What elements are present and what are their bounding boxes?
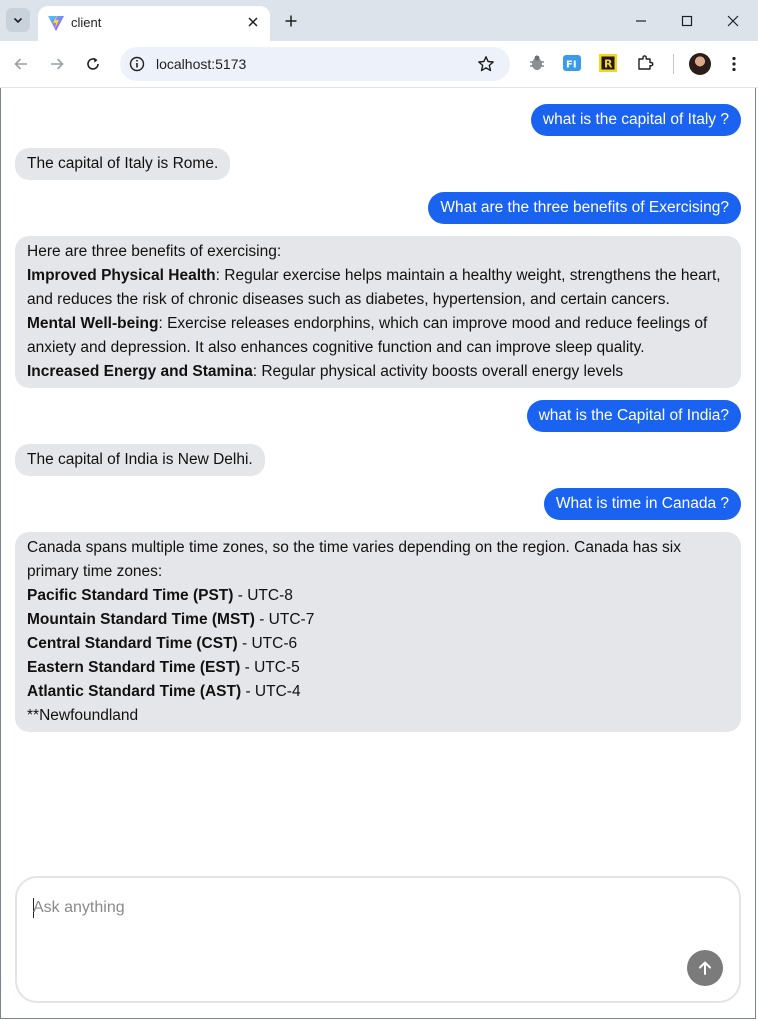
list-item-text: - UTC-5 — [240, 659, 300, 676]
more-vertical-icon[interactable] — [724, 53, 744, 75]
browser-tab[interactable]: client — [38, 6, 270, 41]
list-item-title: Increased Energy and Stamina — [27, 363, 253, 380]
minimize-icon[interactable] — [628, 8, 654, 34]
user-message: what is the Capital of India? — [526, 400, 741, 432]
list-item-title: Eastern Standard Time (EST) — [27, 659, 241, 676]
list-item: Pacific Standard Time (PST) - UTC-8 — [27, 584, 729, 608]
list-item-title: Mountain Standard Time (MST) — [27, 611, 255, 628]
assistant-message: Here are three benefits of exercising: I… — [15, 236, 741, 388]
list-item-text: - UTC-4 — [241, 683, 301, 700]
list-item-text: - UTC-7 — [254, 611, 315, 628]
forward-arrow-icon[interactable] — [45, 52, 69, 76]
assistant-message: The capital of Italy is Rome. — [15, 148, 231, 180]
list-item-title: Improved Physical Health — [27, 267, 216, 284]
message-intro: Here are three benefits of exercising: — [27, 243, 282, 260]
assistant-message: The capital of India is New Delhi. — [15, 444, 265, 476]
arrow-up-icon — [699, 961, 711, 975]
list-item: Mountain Standard Time (MST) - UTC-7 — [27, 608, 729, 632]
svg-text:FI: FI — [566, 60, 577, 71]
list-item: Atlantic Standard Time (AST) - UTC-4 — [27, 680, 729, 704]
browser-toolbar: localhost:5173 FI R — [0, 41, 758, 88]
chevron-down-icon — [13, 17, 23, 24]
assistant-message: Canada spans multiple time zones, so the… — [15, 532, 741, 732]
window-close-icon[interactable] — [720, 8, 746, 34]
close-icon[interactable] — [244, 13, 262, 31]
browser-tabstrip: client — [0, 0, 758, 41]
message-outro: **Newfoundland — [27, 707, 139, 724]
list-item: Central Standard Time (CST) - UTC-6 — [27, 632, 729, 656]
address-bar[interactable]: localhost:5173 — [120, 47, 510, 81]
user-message: what is the capital of Italy ? — [530, 104, 741, 136]
list-item-title: Mental Well-being — [27, 315, 159, 332]
list-item-title: Pacific Standard Time (PST) — [27, 587, 234, 604]
tab-search-button[interactable] — [6, 8, 30, 32]
r-extension-icon[interactable]: R — [598, 53, 618, 73]
vite-logo-icon — [48, 15, 64, 31]
list-item-text: - UTC-6 — [237, 635, 298, 652]
svg-text:R: R — [604, 58, 613, 71]
site-info-icon[interactable] — [128, 55, 146, 73]
puzzle-extensions-icon[interactable] — [635, 53, 655, 73]
list-item-text: - UTC-8 — [233, 587, 293, 604]
star-icon[interactable] — [476, 54, 496, 74]
toolbar-separator — [673, 54, 674, 74]
list-item: Improved Physical Health: Regular exerci… — [27, 264, 729, 312]
list-item: Increased Energy and Stamina: Regular ph… — [27, 360, 729, 384]
list-item-title: Central Standard Time (CST) — [27, 635, 238, 652]
url-text[interactable]: localhost:5173 — [156, 56, 246, 72]
reload-icon[interactable] — [81, 52, 105, 76]
plus-icon[interactable] — [280, 10, 302, 32]
tab-title: client — [71, 15, 102, 30]
user-message: What are the three benefits of Exercisin… — [428, 192, 741, 224]
back-arrow-icon[interactable] — [9, 52, 33, 76]
user-message: What is time in Canada ? — [543, 488, 741, 520]
send-button[interactable] — [687, 950, 723, 986]
bug-extension-icon[interactable] — [527, 53, 547, 73]
chat-input[interactable] — [33, 896, 673, 920]
fi-extension-icon[interactable]: FI — [562, 53, 582, 73]
maximize-icon[interactable] — [674, 8, 700, 34]
chat-composer — [15, 876, 741, 1003]
list-item-title: Atlantic Standard Time (AST) — [27, 683, 242, 700]
list-item: Eastern Standard Time (EST) - UTC-5 — [27, 656, 729, 680]
avatar[interactable] — [689, 53, 711, 75]
list-item: Mental Well-being: Exercise releases end… — [27, 312, 729, 360]
message-intro: Canada spans multiple time zones, so the… — [27, 539, 681, 580]
list-item-text: : Regular physical activity boosts overa… — [252, 363, 624, 380]
